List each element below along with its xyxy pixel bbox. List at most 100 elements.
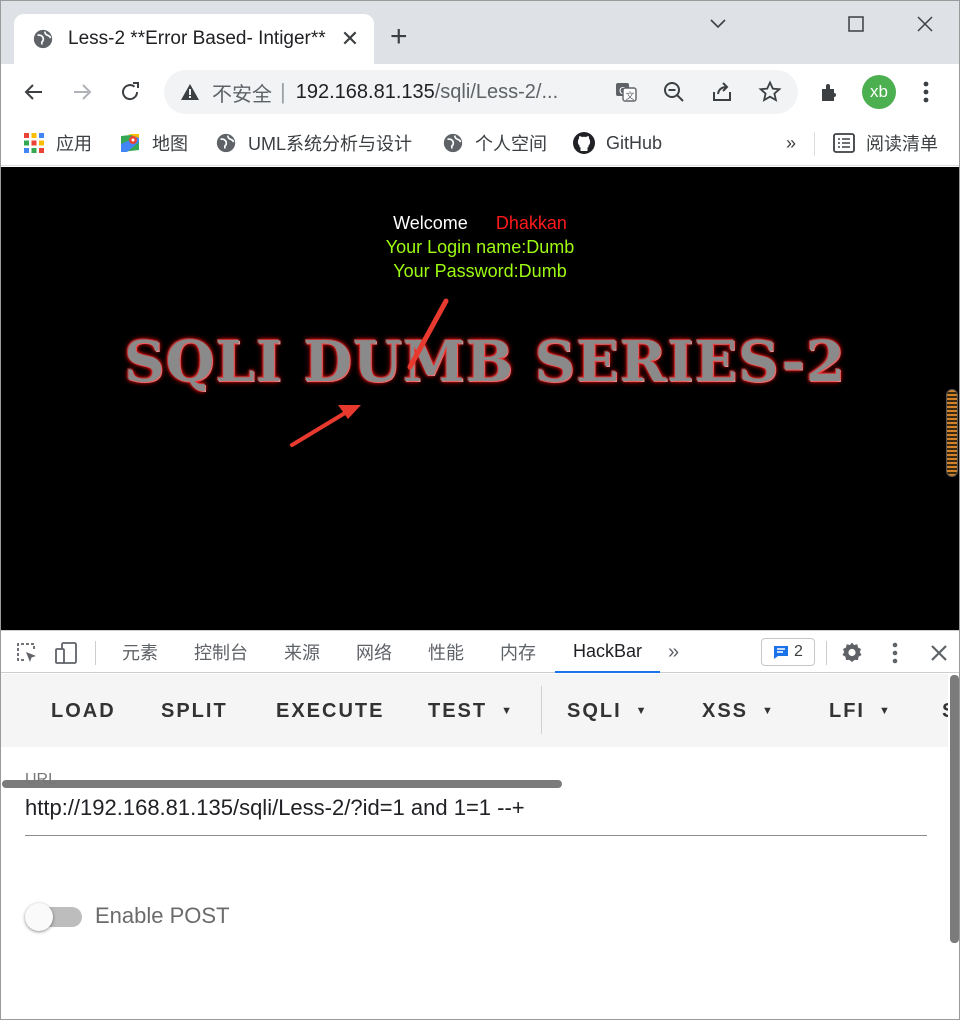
hackbar-toolbar: LOAD SPLIT EXECUTE TEST ▼ SQLI ▼ XSS ▼ LFI ▼… xyxy=(0,674,948,788)
lfi-dropdown[interactable]: LFI ▼ xyxy=(829,696,892,726)
annotation-arrow xyxy=(407,298,449,370)
reading-list[interactable]: 阅读清单 xyxy=(832,128,938,158)
message-icon xyxy=(774,646,789,659)
sqli-label: SQLI xyxy=(567,699,622,722)
zoom-out-icon[interactable] xyxy=(662,80,686,104)
globe-icon xyxy=(214,131,238,155)
next-button-partial[interactable]: S xyxy=(942,696,948,726)
bookmarks-overflow[interactable]: » xyxy=(786,128,796,158)
execute-button[interactable]: EXECUTE xyxy=(276,696,384,726)
enable-post-label: Enable POST xyxy=(95,903,230,928)
back-icon[interactable] xyxy=(16,74,52,110)
bookmark-label: 个人空间 xyxy=(475,134,547,154)
tab-network[interactable]: 网络 xyxy=(356,631,392,673)
extensions-icon[interactable] xyxy=(812,74,848,110)
test-dropdown[interactable]: TEST ▼ xyxy=(428,696,514,726)
bookmark-uml[interactable]: UML系统分析与设计 xyxy=(214,128,412,158)
annotation-arrow xyxy=(290,411,347,447)
enable-post-toggle-thumb[interactable] xyxy=(25,903,53,931)
url-separator: | xyxy=(280,79,286,104)
xss-label: XSS xyxy=(702,699,749,722)
devtools-panel: 元素 控制台 来源 网络 性能 内存 HackBar » 2 LOAD SPLI… xyxy=(0,630,960,1020)
bookmark-maps[interactable]: 地图 xyxy=(118,128,188,158)
hackbar-horizontal-scrollbar[interactable] xyxy=(2,780,562,788)
maps-icon xyxy=(118,131,142,155)
devtools-divider xyxy=(95,641,96,665)
tab-elements[interactable]: 元素 xyxy=(122,631,158,673)
caret-down-icon: ▼ xyxy=(501,705,515,717)
hackbar-divider xyxy=(541,686,542,734)
split-button[interactable]: SPLIT xyxy=(161,696,228,726)
tab-strip: Less-2 **Error Based- Intiger** ✕ + xyxy=(0,0,960,64)
address-bar[interactable]: 不安全 | 192.168.81.135 /sqli/Less-2/... G文 xyxy=(164,70,798,114)
forward-icon[interactable] xyxy=(64,74,100,110)
browser-toolbar: 不安全 | 192.168.81.135 /sqli/Less-2/... G文… xyxy=(0,64,960,120)
url-input-underline xyxy=(25,835,927,836)
sqli-dropdown[interactable]: SQLI ▼ xyxy=(567,696,649,726)
page-viewport: Welcome Dhakkan Your Login name:Dumb Your… xyxy=(0,167,960,630)
url-input[interactable]: http://192.168.81.135/sqli/Less-2/?id=1 … xyxy=(25,795,525,821)
page-scrollbar[interactable] xyxy=(946,389,958,477)
settings-gear-icon[interactable] xyxy=(839,640,865,666)
issues-badge[interactable]: 2 xyxy=(761,638,815,666)
devtools-tabbar: 元素 控制台 来源 网络 性能 内存 HackBar » 2 xyxy=(0,631,960,673)
svg-text:文: 文 xyxy=(626,90,635,102)
bookmark-label: GitHub xyxy=(606,132,663,153)
devtools-divider xyxy=(826,641,827,665)
caret-down-icon: ▼ xyxy=(635,705,649,717)
bookmark-label: 应用 xyxy=(56,134,92,154)
devtools-vertical-scrollbar[interactable] xyxy=(950,675,959,943)
tab-memory[interactable]: 内存 xyxy=(500,631,536,673)
tab-sources[interactable]: 来源 xyxy=(284,631,320,673)
test-label: TEST xyxy=(428,699,488,722)
more-menu-icon[interactable] xyxy=(908,74,944,110)
url-host: 192.168.81.135 xyxy=(295,80,435,103)
url-field-label: URL xyxy=(25,771,58,788)
annotation-arrows xyxy=(290,298,449,447)
new-tab-button[interactable]: + xyxy=(390,22,408,52)
bookmark-label: 地图 xyxy=(152,134,188,154)
tab-close-icon[interactable]: ✕ xyxy=(338,26,362,52)
reload-icon[interactable] xyxy=(112,74,148,110)
maximize-icon[interactable] xyxy=(836,8,876,40)
xss-dropdown[interactable]: XSS ▼ xyxy=(702,696,775,726)
tab-hackbar[interactable]: HackBar xyxy=(555,631,661,673)
caret-down-icon: ▼ xyxy=(879,705,892,717)
bookmarks-divider xyxy=(814,132,815,156)
issues-count: 2 xyxy=(794,643,803,660)
devtools-more-icon[interactable] xyxy=(882,640,908,666)
reading-list-label: 阅读清单 xyxy=(866,134,938,154)
security-label: 不安全 xyxy=(212,83,272,106)
bookmarks-bar: 应用 地图 UML系统分析与设计 个人空间 GitHub » 阅读清单 xyxy=(0,120,960,166)
profile-avatar[interactable]: xb xyxy=(862,75,896,109)
reading-list-icon xyxy=(832,131,856,155)
load-button[interactable]: LOAD xyxy=(51,696,116,726)
tab-performance[interactable]: 性能 xyxy=(428,631,464,673)
inspect-element-icon[interactable] xyxy=(14,640,40,666)
globe-icon xyxy=(33,29,53,49)
github-icon xyxy=(572,131,596,155)
bookmark-personal-space[interactable]: 个人空间 xyxy=(441,128,547,158)
translate-icon[interactable]: G文 xyxy=(614,80,638,104)
lfi-label: LFI xyxy=(829,699,865,722)
chevron-down-icon[interactable] xyxy=(698,8,738,40)
caret-down-icon: ▼ xyxy=(762,705,775,717)
globe-icon xyxy=(441,131,465,155)
browser-tab[interactable]: Less-2 **Error Based- Intiger** ✕ xyxy=(14,14,374,64)
bookmark-apps[interactable]: 应用 xyxy=(22,128,92,158)
warning-icon[interactable] xyxy=(180,82,200,102)
bookmark-star-icon[interactable] xyxy=(758,80,782,104)
bookmark-github[interactable]: GitHub xyxy=(572,128,662,158)
share-icon[interactable] xyxy=(710,80,734,104)
devtools-close-icon[interactable] xyxy=(926,640,952,666)
url-path: /sqli/Less-2/... xyxy=(434,80,559,103)
bookmark-label: UML系统分析与设计 xyxy=(248,134,413,154)
split-label: SPLIT xyxy=(161,699,228,722)
execute-label: EXECUTE xyxy=(276,699,385,722)
tab-console[interactable]: 控制台 xyxy=(194,631,248,673)
window-close-icon[interactable] xyxy=(905,8,945,40)
tabs-overflow[interactable]: » xyxy=(668,631,679,673)
tab-title: Less-2 **Error Based- Intiger** xyxy=(68,28,326,49)
device-toolbar-icon[interactable] xyxy=(53,640,79,666)
load-label: LOAD xyxy=(51,699,116,722)
